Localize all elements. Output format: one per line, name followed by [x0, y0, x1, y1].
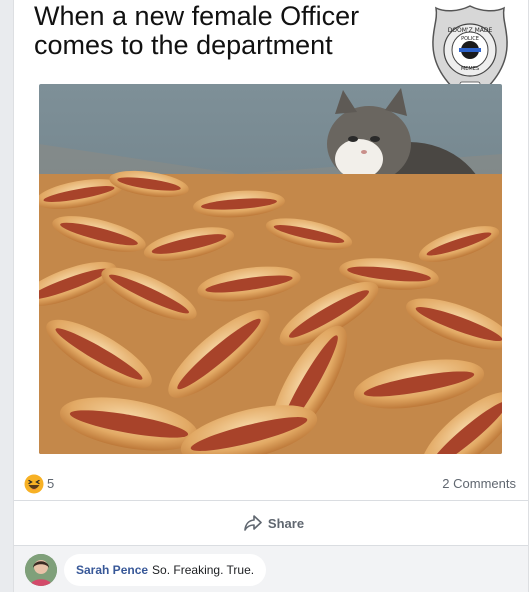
comment-bubble: Sarah Pence So. Freaking. True.: [64, 554, 267, 586]
share-arrow-icon: [244, 515, 262, 531]
post-card: When a new female Officer comes to the d…: [13, 0, 529, 592]
share-label: Share: [267, 515, 305, 531]
comment-text: So. Freaking. True.: [152, 563, 255, 577]
reactions-bar: 5 2 Comments: [14, 466, 528, 501]
badge-top-text: DOOM'Z MADE: [448, 27, 493, 34]
badge-bottom-text: MEMES: [461, 66, 479, 72]
haha-icon[interactable]: [24, 474, 44, 494]
reaction-count[interactable]: 5: [47, 476, 54, 491]
comment-item: Sarah Pence So. Freaking. True.: [14, 546, 528, 592]
meme-image[interactable]: When a new female Officer comes to the d…: [14, 0, 528, 458]
comment-author-link[interactable]: Sarah Pence: [76, 563, 148, 577]
cat-hotdogs-photo: [39, 84, 502, 454]
meme-caption: When a new female Officer comes to the d…: [34, 1, 360, 60]
share-button[interactable]: Share: [224, 509, 324, 537]
post-actions-bar: Share: [14, 501, 528, 546]
avatar[interactable]: [25, 554, 57, 586]
badge-middle-text: POLICE: [461, 36, 479, 42]
comments-count-link[interactable]: 2 Comments: [442, 476, 516, 491]
